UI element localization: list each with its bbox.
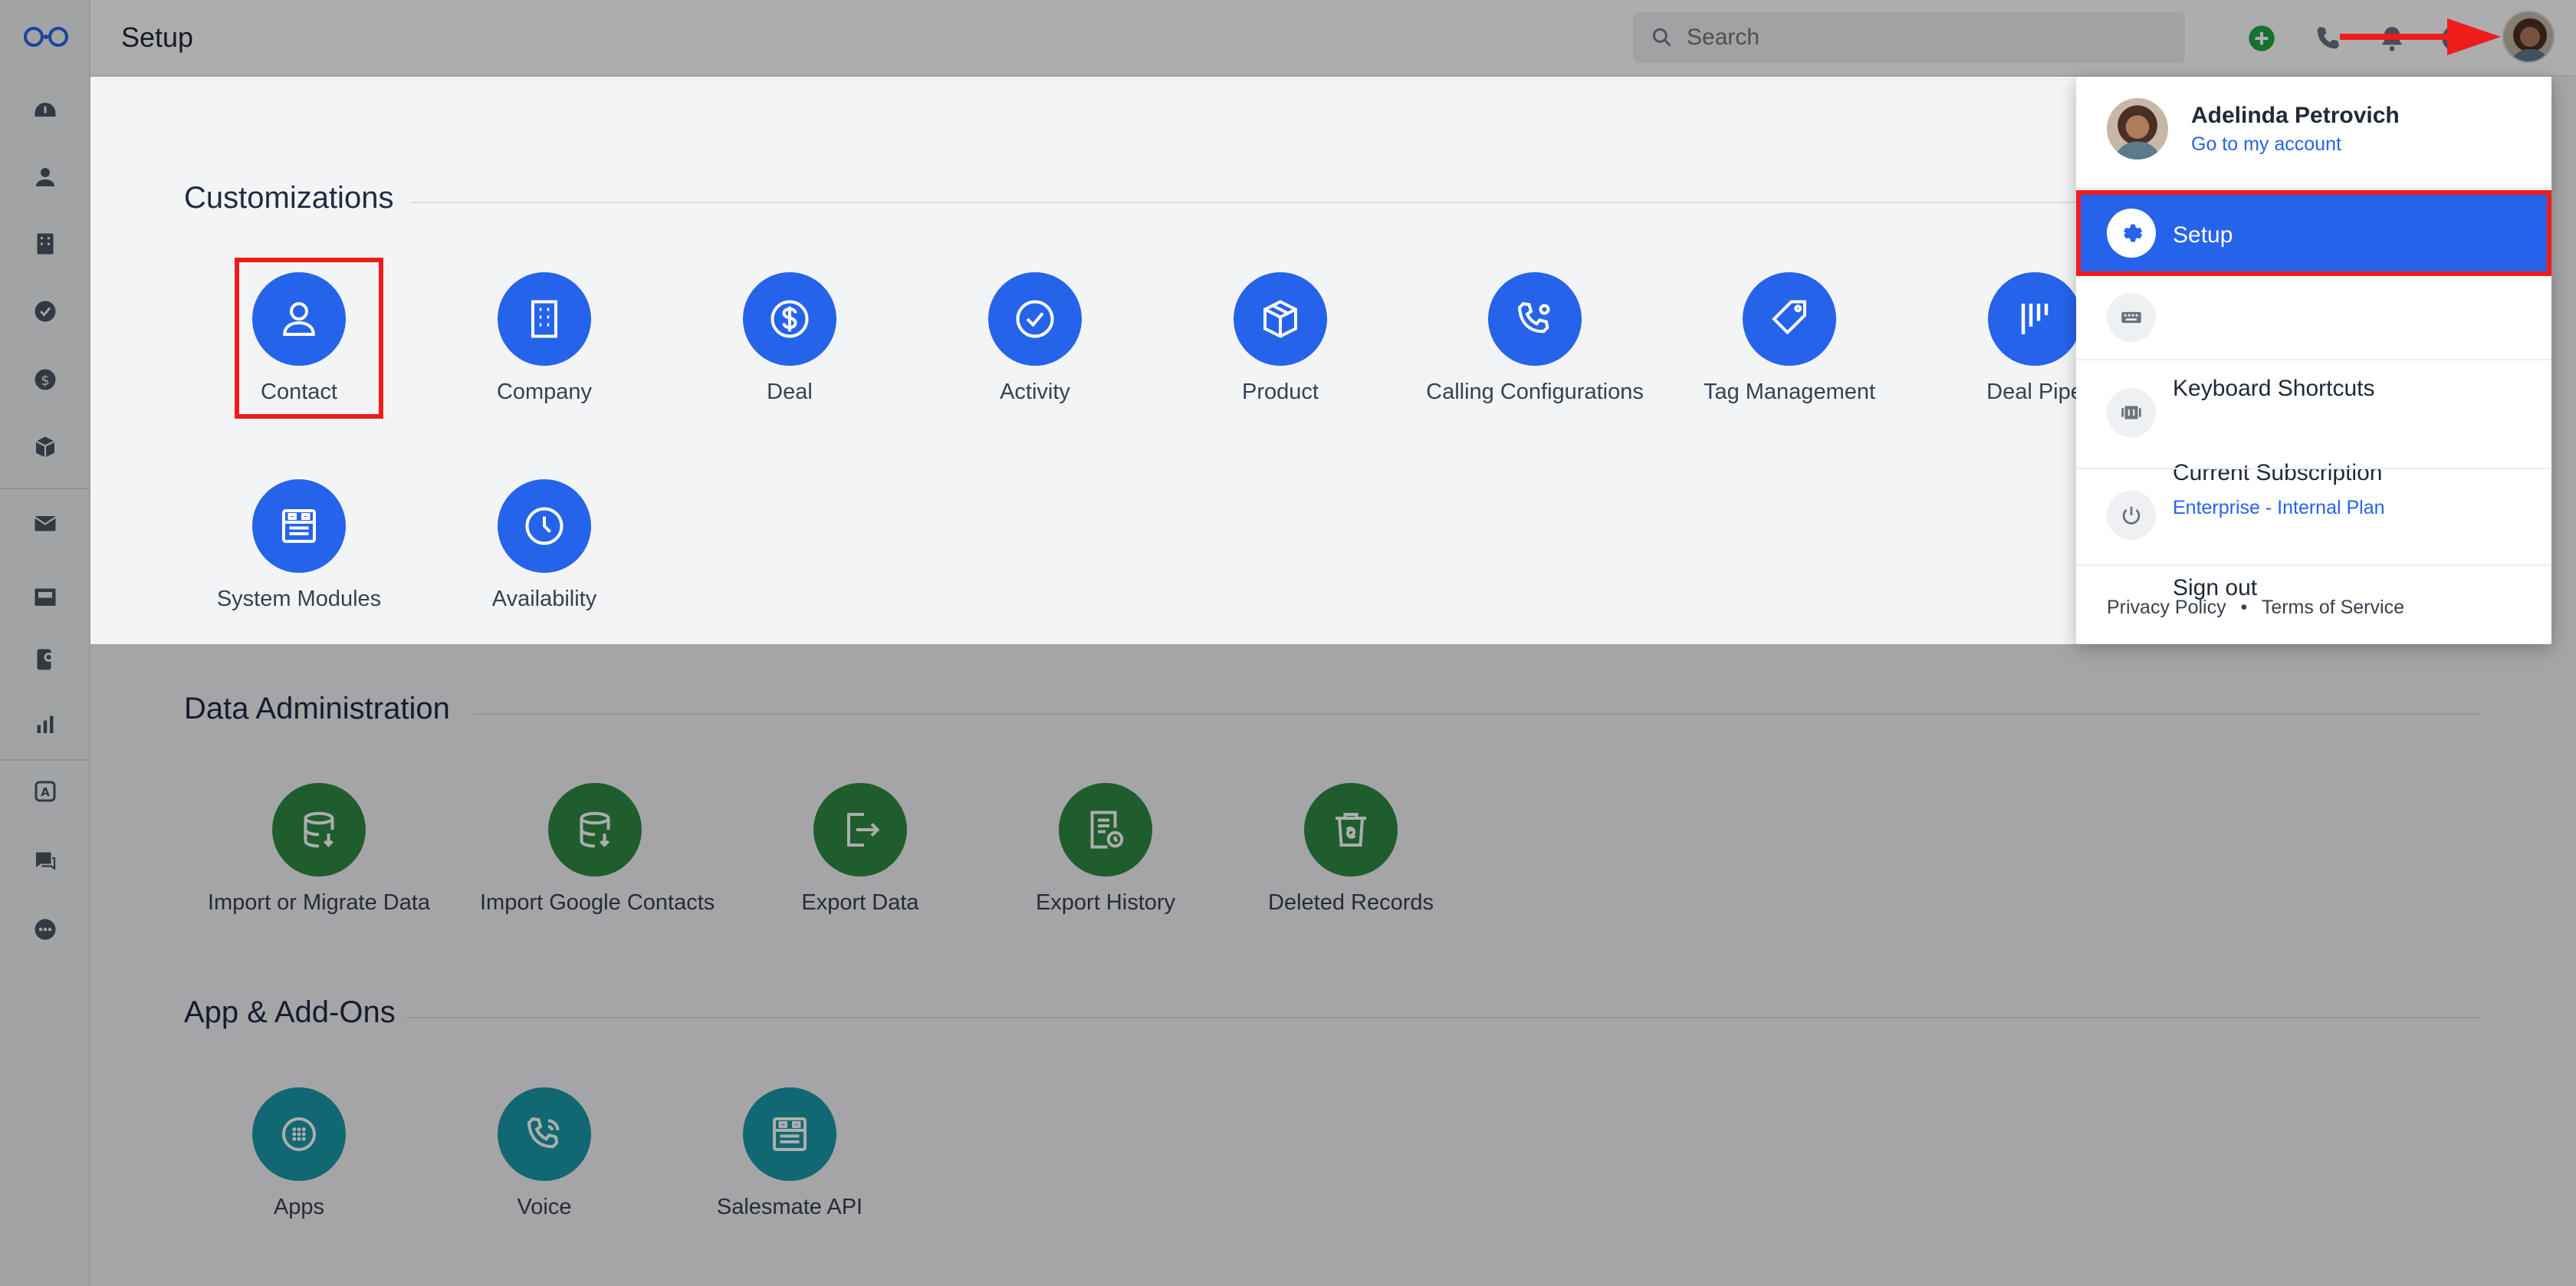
- tile-product[interactable]: Product: [1165, 272, 1395, 405]
- tile-label: Activity: [1000, 380, 1070, 404]
- tile-label: System Modules: [216, 587, 382, 611]
- clock-icon: [498, 479, 591, 573]
- overlay-dim: [0, 77, 90, 1286]
- tile-availability[interactable]: Availability: [429, 479, 659, 612]
- menu-item-label: Setup: [2173, 222, 2233, 248]
- dropdown-divider: [2076, 564, 2551, 566]
- terms-of-service-link[interactable]: Terms of Service: [2262, 597, 2404, 618]
- building-icon: [498, 272, 591, 366]
- footer-separator: •: [2240, 597, 2248, 618]
- tile-label: Availability: [491, 587, 597, 611]
- tile-label: Company: [496, 380, 593, 404]
- dropdown-footer: Privacy Policy • Terms of Service: [2107, 597, 2404, 619]
- dropdown-divider: [2076, 187, 2551, 189]
- annotation-arrow-icon: [2340, 18, 2501, 55]
- phone-gear-icon: [1488, 272, 1582, 366]
- subscription-icon: [2107, 388, 2156, 437]
- check-circle-icon: [988, 272, 1082, 366]
- menu-item-setup[interactable]: Setup: [2076, 190, 2551, 276]
- gear-icon: [2107, 209, 2156, 258]
- menu-item-sign-out[interactable]: Sign out: [2076, 471, 2551, 600]
- pipeline-icon: [1988, 272, 2082, 366]
- privacy-policy-link[interactable]: Privacy Policy: [2107, 597, 2226, 618]
- tile-tag-management[interactable]: Tag Management: [1674, 272, 1904, 405]
- menu-item-keyboard-shortcuts[interactable]: Keyboard Shortcuts: [2076, 282, 2551, 401]
- power-icon: [2107, 491, 2156, 540]
- go-to-account-link[interactable]: Go to my account: [2191, 133, 2341, 156]
- menu-item-current-subscription[interactable]: Current Subscription Enterprise - Intern…: [2076, 362, 2551, 518]
- tile-label: Tag Management: [1703, 380, 1876, 404]
- modules-icon: [252, 479, 346, 573]
- box-icon: [1234, 272, 1327, 366]
- tile-system-modules[interactable]: System Modules: [184, 479, 414, 612]
- tag-icon: [1743, 272, 1836, 366]
- avatar: [2107, 98, 2168, 160]
- overlay-dim: [0, 0, 2576, 77]
- dropdown-divider: [2076, 468, 2551, 469]
- dropdown-user: [2107, 98, 2168, 160]
- section-title: Customizations: [184, 181, 394, 215]
- overlay-dim: [90, 644, 2576, 1286]
- keyboard-icon: [2107, 293, 2156, 342]
- dollar-icon: [743, 272, 836, 366]
- tile-company[interactable]: Company: [429, 272, 659, 405]
- user-name: Adelinda Petrovich: [2191, 103, 2400, 128]
- tile-label: Product: [1242, 380, 1319, 404]
- section-customizations: Customizations: [184, 181, 393, 215]
- tile-label: Deal: [767, 380, 813, 404]
- contact-highlight-box: [235, 258, 383, 419]
- tile-deal[interactable]: Deal: [675, 272, 905, 405]
- tile-label: Calling Configurations: [1426, 380, 1644, 404]
- tile-calling-configurations[interactable]: Calling Configurations: [1420, 272, 1650, 405]
- dropdown-divider: [2076, 359, 2551, 360]
- tile-activity[interactable]: Activity: [920, 272, 1150, 405]
- overlay-dim: [2551, 77, 2576, 644]
- account-dropdown: Adelinda Petrovich Go to my account Setu…: [2076, 77, 2551, 644]
